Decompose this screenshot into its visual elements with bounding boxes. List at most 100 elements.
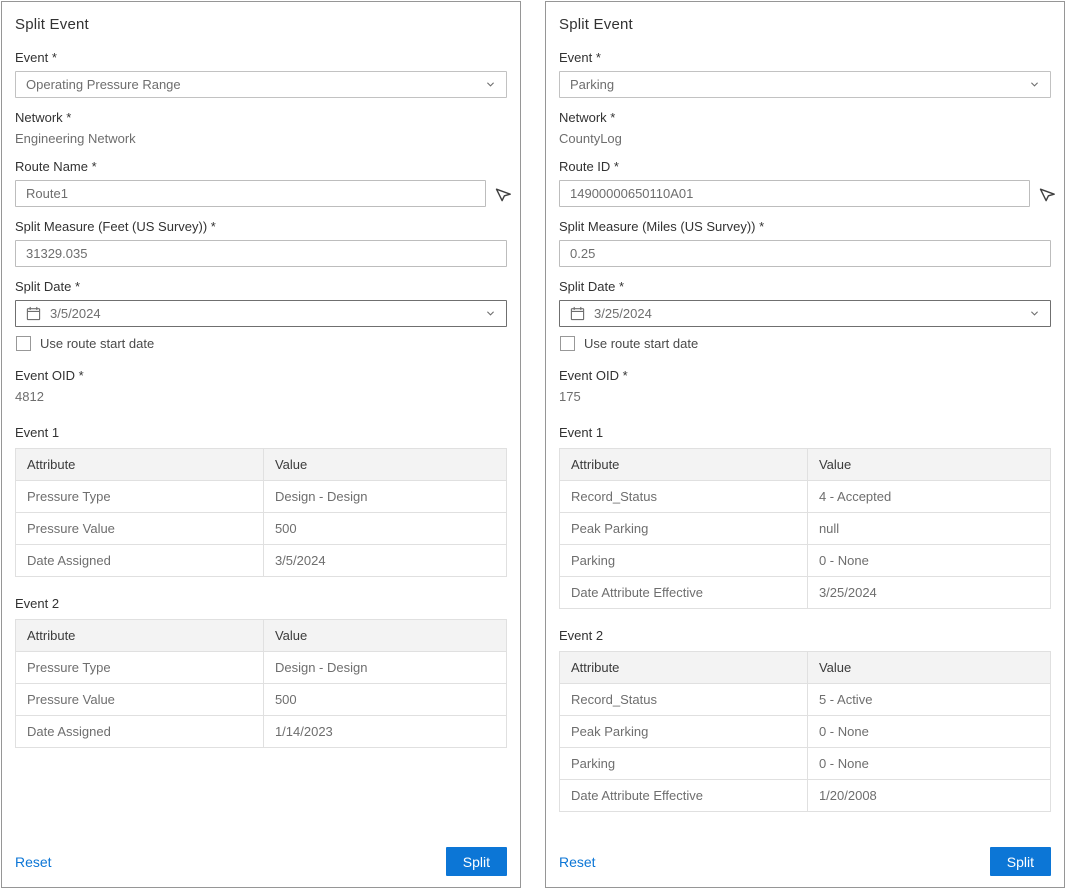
use-route-start-date-row: Use route start date — [16, 336, 507, 351]
network-value: Engineering Network — [15, 131, 507, 146]
table-row: Pressure Type Design - Design — [16, 652, 507, 684]
event-label: Event * — [15, 50, 507, 65]
attribute-cell: Pressure Type — [16, 652, 264, 684]
use-route-start-date-label: Use route start date — [40, 336, 154, 351]
attribute-cell: Date Assigned — [16, 545, 264, 577]
network-label: Network * — [559, 110, 1051, 125]
route-label: Route Name * — [15, 159, 507, 174]
table-row: Date Attribute Effective 1/20/2008 — [560, 780, 1051, 812]
split-date-select[interactable]: 3/25/2024 — [559, 300, 1051, 327]
network-label: Network * — [15, 110, 507, 125]
attribute-cell: Pressure Value — [16, 513, 264, 545]
table-header-row: Attribute Value — [16, 620, 507, 652]
attribute-cell: Record_Status — [560, 684, 808, 716]
calendar-icon — [26, 306, 41, 321]
table-row: Pressure Type Design - Design — [16, 481, 507, 513]
attribute-cell: Date Assigned — [16, 716, 264, 748]
chevron-down-icon — [1029, 308, 1040, 319]
use-route-start-date-checkbox[interactable] — [16, 336, 31, 351]
chevron-down-icon — [485, 79, 496, 90]
value-cell: 4 - Accepted — [807, 481, 1050, 513]
table-row: Date Assigned 3/5/2024 — [16, 545, 507, 577]
calendar-icon — [570, 306, 585, 321]
value-cell: 3/5/2024 — [263, 545, 506, 577]
use-route-start-date-label: Use route start date — [584, 336, 698, 351]
value-cell: 500 — [263, 513, 506, 545]
split-event-panel-left: Split Event Event * Operating Pressure R… — [1, 1, 521, 888]
panel-footer: Reset Split — [559, 847, 1051, 876]
table-row: Record_Status 5 - Active — [560, 684, 1051, 716]
reset-link[interactable]: Reset — [15, 854, 52, 870]
event-oid-value: 4812 — [15, 389, 507, 404]
event-oid-value: 175 — [559, 389, 1051, 404]
value-cell: 500 — [263, 684, 506, 716]
attribute-column-header: Attribute — [560, 652, 808, 684]
route-field-row — [559, 180, 1057, 207]
value-cell: 1/14/2023 — [263, 716, 506, 748]
event-select[interactable]: Parking — [559, 71, 1051, 98]
attribute-cell: Peak Parking — [560, 513, 808, 545]
split-measure-label: Split Measure (Feet (US Survey)) * — [15, 219, 507, 234]
value-column-header: Value — [263, 449, 506, 481]
split-date-label: Split Date * — [559, 279, 1051, 294]
event-select-value: Operating Pressure Range — [26, 77, 477, 92]
attribute-column-header: Attribute — [560, 449, 808, 481]
event-oid-label: Event OID * — [559, 368, 1051, 383]
attribute-cell: Date Attribute Effective — [560, 577, 808, 609]
table-row: Record_Status 4 - Accepted — [560, 481, 1051, 513]
split-measure-input[interactable] — [559, 240, 1051, 267]
panel-footer: Reset Split — [15, 847, 507, 876]
split-date-value: 3/25/2024 — [594, 306, 1021, 321]
value-cell: 5 - Active — [807, 684, 1050, 716]
attribute-cell: Pressure Type — [16, 481, 264, 513]
split-date-label: Split Date * — [15, 279, 507, 294]
map-pointer-icon[interactable] — [1039, 186, 1057, 202]
event2-table: Attribute Value Pressure Type Design - D… — [15, 619, 507, 748]
map-pointer-icon[interactable] — [495, 186, 513, 202]
event-label: Event * — [559, 50, 1051, 65]
value-cell: 3/25/2024 — [807, 577, 1050, 609]
value-column-header: Value — [807, 449, 1050, 481]
use-route-start-date-checkbox[interactable] — [560, 336, 575, 351]
value-cell: Design - Design — [263, 481, 506, 513]
split-date-select[interactable]: 3/5/2024 — [15, 300, 507, 327]
event-select-value: Parking — [570, 77, 1021, 92]
value-cell: 0 - None — [807, 716, 1050, 748]
split-button[interactable]: Split — [990, 847, 1051, 876]
route-label: Route ID * — [559, 159, 1051, 174]
attribute-column-header: Attribute — [16, 620, 264, 652]
route-field-row — [15, 180, 513, 207]
value-cell: 0 - None — [807, 748, 1050, 780]
event2-heading: Event 2 — [559, 628, 1051, 643]
attribute-cell: Date Attribute Effective — [560, 780, 808, 812]
event1-heading: Event 1 — [15, 425, 507, 440]
event1-table: Attribute Value Record_Status 4 - Accept… — [559, 448, 1051, 609]
value-cell: Design - Design — [263, 652, 506, 684]
event2-table: Attribute Value Record_Status 5 - Active… — [559, 651, 1051, 812]
reset-link[interactable]: Reset — [559, 854, 596, 870]
attribute-cell: Parking — [560, 545, 808, 577]
event1-heading: Event 1 — [559, 425, 1051, 440]
table-row: Date Attribute Effective 3/25/2024 — [560, 577, 1051, 609]
table-header-row: Attribute Value — [16, 449, 507, 481]
split-measure-input[interactable] — [15, 240, 507, 267]
attribute-cell: Parking — [560, 748, 808, 780]
split-event-panel-right: Split Event Event * Parking Network * Co… — [545, 1, 1065, 888]
split-date-value: 3/5/2024 — [50, 306, 477, 321]
network-value: CountyLog — [559, 131, 1051, 146]
value-column-header: Value — [807, 652, 1050, 684]
attribute-cell: Pressure Value — [16, 684, 264, 716]
table-row: Peak Parking 0 - None — [560, 716, 1051, 748]
route-input[interactable] — [15, 180, 486, 207]
table-row: Parking 0 - None — [560, 545, 1051, 577]
table-header-row: Attribute Value — [560, 449, 1051, 481]
table-row: Pressure Value 500 — [16, 513, 507, 545]
page-title: Split Event — [15, 16, 507, 33]
table-row: Peak Parking null — [560, 513, 1051, 545]
event1-table: Attribute Value Pressure Type Design - D… — [15, 448, 507, 577]
chevron-down-icon — [485, 308, 496, 319]
route-input[interactable] — [559, 180, 1030, 207]
value-cell: 1/20/2008 — [807, 780, 1050, 812]
event-select[interactable]: Operating Pressure Range — [15, 71, 507, 98]
split-button[interactable]: Split — [446, 847, 507, 876]
